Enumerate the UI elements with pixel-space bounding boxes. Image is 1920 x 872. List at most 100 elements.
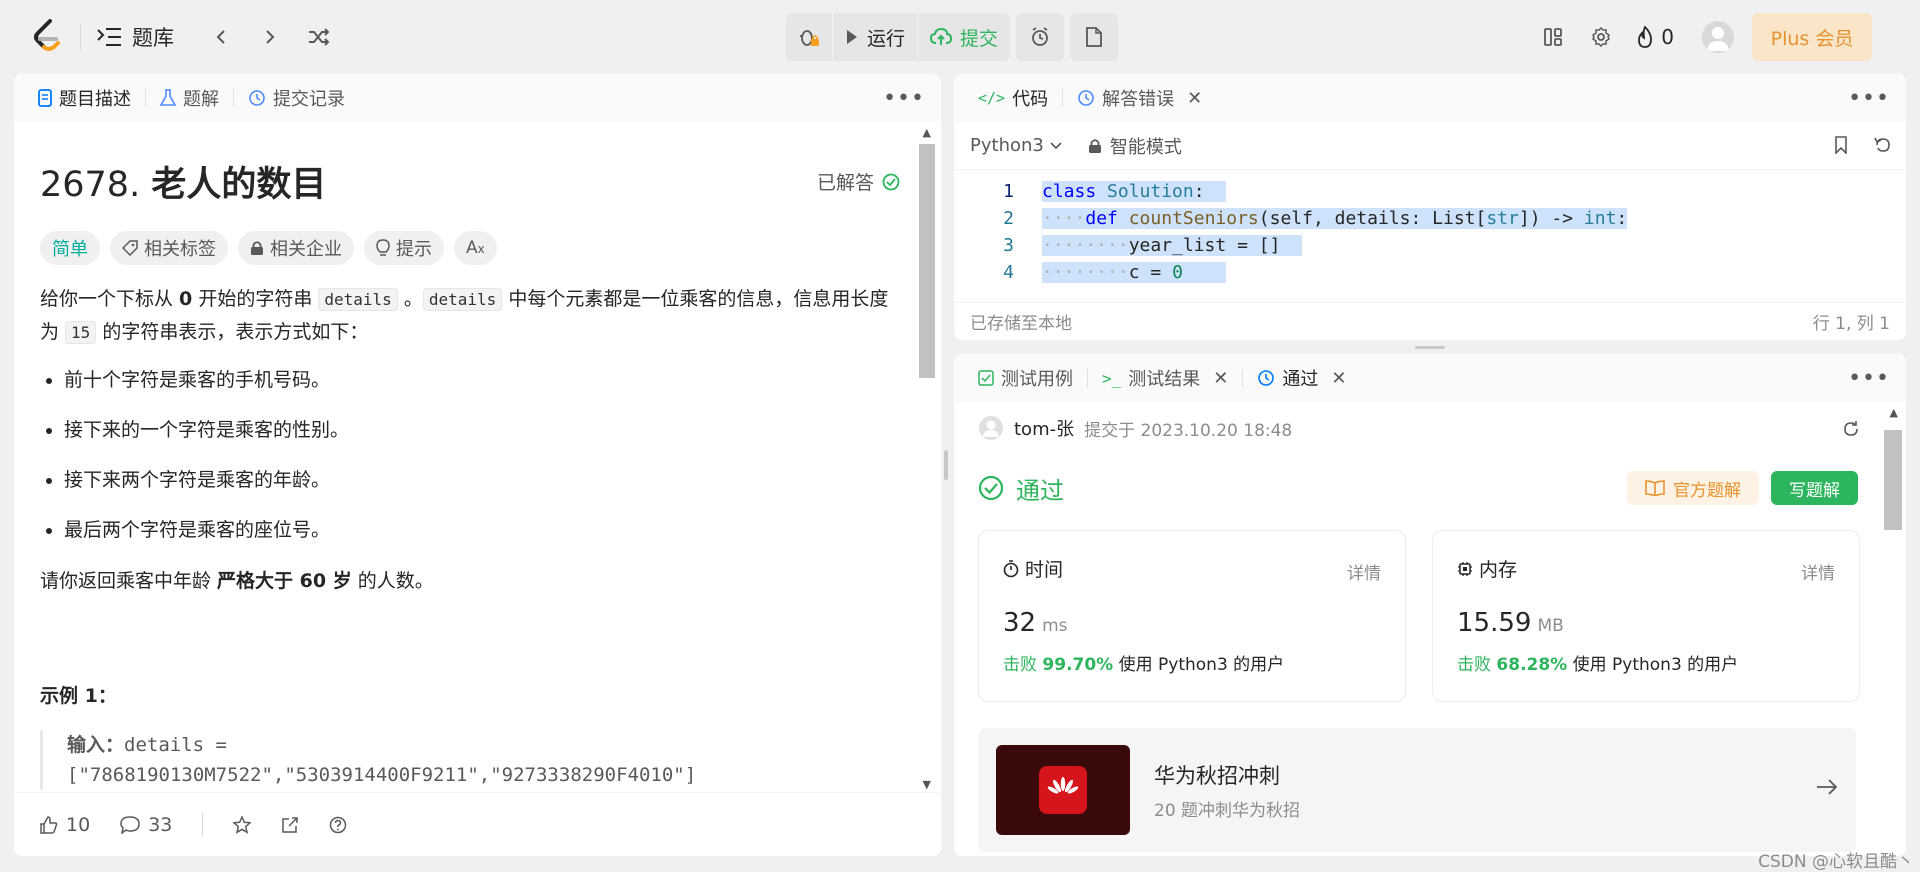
accepted-label: 通过: [1016, 476, 1064, 505]
promo-banner[interactable]: 华为秋招冲刺 20 题冲刺华为秋招: [978, 728, 1856, 852]
description-scrollbar[interactable]: [919, 144, 935, 378]
memory-header: 内存: [1457, 555, 1835, 582]
gear-icon: [1592, 27, 1611, 47]
tab-wrong-answer[interactable]: 解答错误 ✕: [1069, 74, 1210, 122]
memory-card[interactable]: 内存 详情 15.59 MB 击败 68.28% 使用 Python3 的用户: [1432, 530, 1860, 702]
submitter-name[interactable]: tom-张: [1014, 415, 1074, 441]
problem-list-button[interactable]: 题库: [96, 20, 174, 54]
tab-description[interactable]: 题目描述: [30, 74, 139, 122]
code-line-text: ········c = 0: [1042, 262, 1227, 283]
list-item: 接下来两个字符是乘客的年龄。: [64, 465, 900, 495]
tab-code[interactable]: </> 代码: [970, 74, 1056, 122]
timer-button[interactable]: [1016, 13, 1065, 61]
memory-detail-link[interactable]: 详情: [1801, 559, 1835, 584]
related-companies-button[interactable]: 相关企业: [238, 231, 354, 265]
book-icon: [1645, 480, 1665, 496]
code-line-text: class Solution:: [1042, 181, 1227, 202]
tab-divider: [1087, 369, 1088, 387]
close-icon[interactable]: ✕: [1213, 368, 1228, 389]
related-tags-button[interactable]: 相关标签: [110, 231, 228, 265]
notes-button[interactable]: [1070, 13, 1119, 61]
hints-label: 提示: [396, 239, 432, 260]
user-avatar[interactable]: [1702, 21, 1734, 53]
tab-solutions[interactable]: 题解: [152, 74, 227, 122]
vertical-resize-handle[interactable]: [944, 450, 948, 480]
tab-code-label: 代码: [1012, 89, 1049, 110]
debug-button[interactable]: [786, 13, 832, 61]
settings-button[interactable]: [1577, 13, 1625, 61]
lock-icon: [1088, 138, 1101, 153]
tab-testcase[interactable]: 测试用例: [970, 354, 1081, 402]
runtime-label: 时间: [1025, 559, 1064, 581]
example-input-label: 输入：: [67, 734, 125, 756]
random-problem-button[interactable]: [302, 20, 336, 54]
bug-lock-icon: [800, 30, 819, 46]
horizontal-resize-handle[interactable]: [1415, 346, 1445, 349]
more-options-icon[interactable]: •••: [883, 86, 925, 111]
beat-label: 击败: [1457, 655, 1491, 675]
hints-button[interactable]: 提示: [364, 231, 444, 265]
close-icon[interactable]: ✕: [1187, 88, 1202, 109]
tab-wrong-answer-label: 解答错误: [1102, 89, 1175, 110]
scroll-up-arrow[interactable]: ▲: [1890, 406, 1898, 419]
language-select[interactable]: Python3: [970, 135, 1062, 156]
result-scrollbar[interactable]: [1884, 430, 1902, 530]
tab-accepted[interactable]: 通过 ✕: [1249, 354, 1354, 402]
streak-count: 0: [1661, 25, 1674, 49]
list-icon: [97, 28, 121, 46]
scroll-up-arrow[interactable]: ▲: [923, 126, 931, 139]
huawei-logo-icon: [1039, 766, 1087, 814]
top-bar: 题库 运行 提交 0 Plus 会员: [0, 0, 1920, 74]
write-solution-button[interactable]: 写题解: [1771, 471, 1858, 505]
leetcode-logo-icon[interactable]: [30, 18, 64, 56]
runtime-detail-link[interactable]: 详情: [1347, 559, 1381, 584]
fire-icon: [1638, 25, 1653, 48]
chevron-right-icon: [266, 30, 275, 44]
result-content: tom-张 提交于 2023.10.20 18:48 通过 官方题解 写题解 时…: [954, 402, 1906, 856]
feedback-button[interactable]: [329, 816, 347, 834]
scroll-down-arrow[interactable]: ▼: [923, 778, 931, 791]
tab-divider: [145, 89, 146, 107]
tab-testcase-label: 测试用例: [1001, 369, 1073, 390]
example-line: details =: [124, 734, 227, 756]
problem-title[interactable]: 2678. 老人的数目: [40, 156, 326, 207]
smart-mode-toggle[interactable]: 智能模式: [1088, 133, 1182, 159]
accepted-status: 通过: [978, 471, 1064, 506]
comments-button[interactable]: 33: [120, 814, 172, 836]
close-icon[interactable]: ✕: [1331, 368, 1346, 389]
translate-button[interactable]: Ax: [454, 231, 497, 265]
problem-name: 老人的数目: [151, 165, 327, 205]
run-submit-box: 运行 提交: [786, 13, 1011, 61]
favorite-button[interactable]: [233, 815, 252, 834]
more-options-icon[interactable]: •••: [1848, 86, 1890, 111]
layout-button[interactable]: [1529, 13, 1577, 61]
solution-buttons: 官方题解 写题解: [1627, 471, 1858, 505]
submit-button[interactable]: 提交: [917, 13, 1010, 61]
description-tabs: 题目描述 题解 提交记录 •••: [14, 74, 941, 122]
bookmark-icon[interactable]: [1834, 136, 1848, 154]
result-panel: 测试用例 >_ 测试结果 ✕ 通过 ✕ ••• tom-张 提交于 2023.1…: [954, 354, 1906, 856]
tab-test-result[interactable]: >_ 测试结果 ✕: [1094, 354, 1236, 402]
prev-problem-button[interactable]: [204, 20, 238, 54]
arrow-right-icon[interactable]: [1816, 774, 1838, 802]
official-solution-button[interactable]: 官方题解: [1627, 471, 1759, 505]
tab-submissions[interactable]: 提交记录: [240, 74, 353, 122]
code-editor[interactable]: 1 class Solution: 2 ····def countSeniors…: [954, 170, 1906, 294]
runtime-card[interactable]: 时间 详情 32 ms 击败 99.70% 使用 Python3 的用户: [978, 530, 1406, 702]
reset-icon[interactable]: [1874, 136, 1892, 154]
more-options-icon[interactable]: •••: [1848, 366, 1890, 391]
like-count: 10: [66, 813, 91, 836]
streak-counter[interactable]: 0: [1625, 25, 1684, 49]
chevron-down-icon: [1050, 141, 1062, 149]
share-button[interactable]: [281, 816, 299, 834]
editor-toolbar-icons: [1834, 136, 1892, 154]
beat-suffix: 使用 Python3 的用户: [1118, 655, 1285, 675]
refresh-icon[interactable]: [1842, 420, 1860, 443]
like-button[interactable]: 10: [40, 814, 90, 836]
run-button[interactable]: 运行: [832, 13, 917, 61]
text-span: 请你返回乘客中年龄: [40, 570, 218, 592]
play-icon: [847, 30, 857, 44]
plus-membership-button[interactable]: Plus 会员: [1752, 13, 1872, 61]
status-row: 通过 官方题解 写题解: [978, 468, 1882, 508]
next-problem-button[interactable]: [253, 20, 287, 54]
